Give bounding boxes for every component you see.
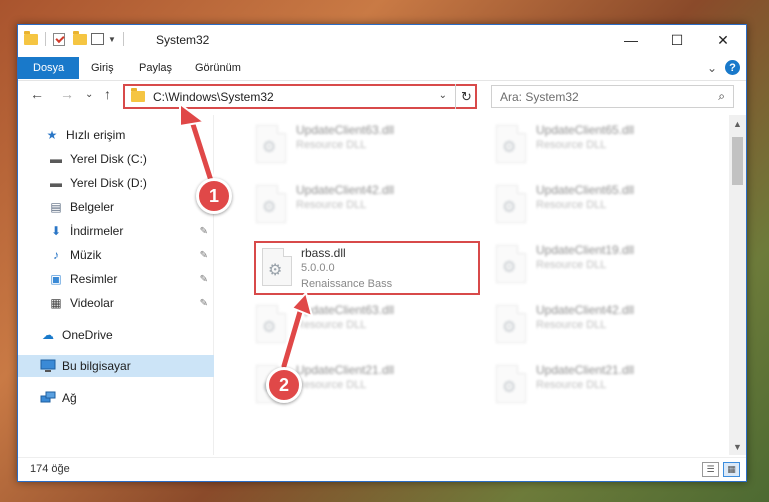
annotation-arrow-1	[179, 102, 219, 195]
callout-step-1: 1	[196, 178, 232, 214]
annotation-arrows	[179, 102, 314, 371]
annotation-arrow-2	[279, 290, 314, 371]
callout-step-2: 2	[266, 367, 302, 403]
